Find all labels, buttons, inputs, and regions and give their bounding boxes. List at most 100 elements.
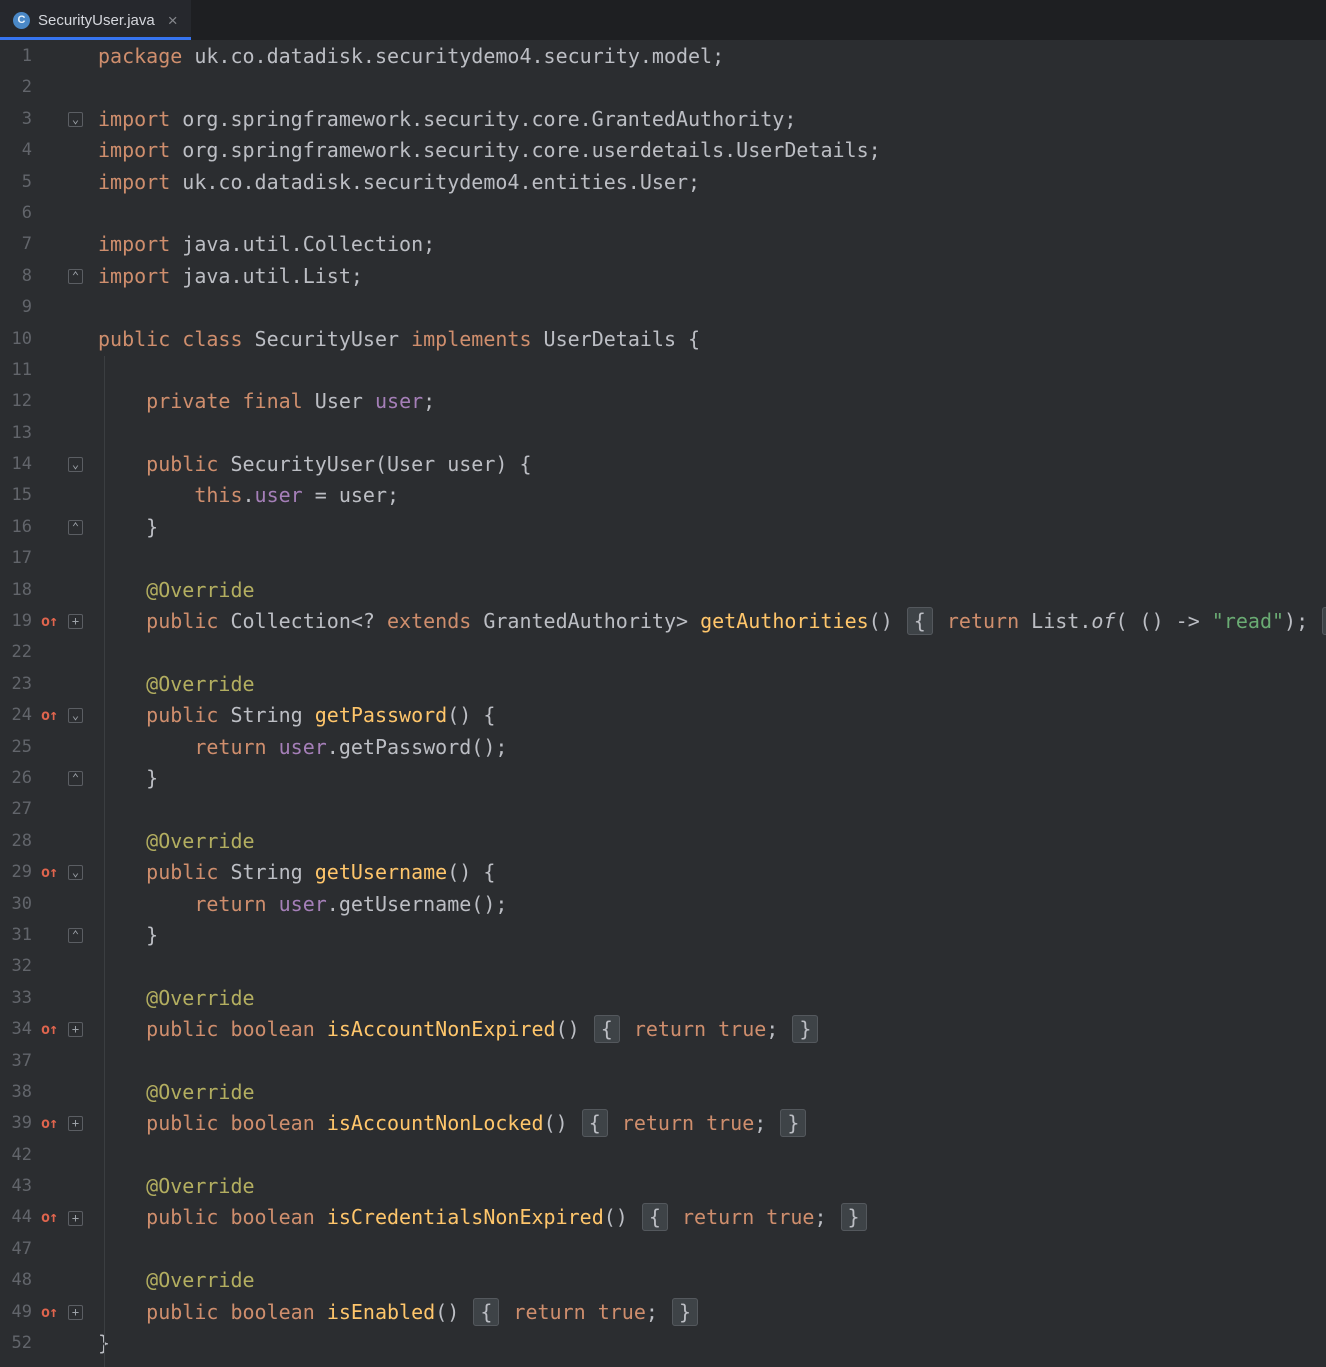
code-line[interactable]: 24o↑⌄ public String getPassword() { bbox=[0, 700, 1326, 731]
fold-icon[interactable]: ⌃ bbox=[68, 771, 83, 786]
code-line[interactable]: 43 @Override bbox=[0, 1171, 1326, 1202]
fold-icon[interactable]: ⌃ bbox=[68, 269, 83, 284]
fold-icon bbox=[68, 803, 83, 818]
code-line[interactable]: 47 bbox=[0, 1234, 1326, 1265]
code-line[interactable]: 23 @Override bbox=[0, 669, 1326, 700]
code-line[interactable]: 28 @Override bbox=[0, 826, 1326, 857]
fold-icon bbox=[68, 1054, 83, 1069]
code-line[interactable]: 27 bbox=[0, 794, 1326, 825]
fold-icon[interactable]: ⌃ bbox=[68, 928, 83, 943]
code-token: boolean bbox=[230, 1205, 314, 1229]
code-text: import org.springframework.security.core… bbox=[96, 104, 796, 135]
code-line[interactable]: 34o↑+ public boolean isAccountNonExpired… bbox=[0, 1014, 1326, 1045]
fold-icon[interactable]: ⌄ bbox=[68, 112, 83, 127]
code-line[interactable]: 15 this.user = user; bbox=[0, 480, 1326, 511]
fold-icon[interactable]: ⌄ bbox=[68, 865, 83, 880]
override-method-icon[interactable]: o↑ bbox=[32, 1108, 66, 1139]
gutter: 47 bbox=[0, 1234, 96, 1265]
fold-icon[interactable]: + bbox=[68, 1211, 83, 1226]
code-line[interactable]: 3⌄import org.springframework.security.co… bbox=[0, 104, 1326, 135]
fold-icon[interactable]: + bbox=[68, 1022, 83, 1037]
code-token: return bbox=[194, 892, 266, 916]
line-number: 37 bbox=[0, 1046, 32, 1077]
gutter: 26⌃ bbox=[0, 763, 96, 794]
code-token bbox=[935, 609, 947, 633]
code-line[interactable]: 31⌃ } bbox=[0, 920, 1326, 951]
fold-icon[interactable]: + bbox=[68, 1116, 83, 1131]
code-line[interactable]: 42 bbox=[0, 1140, 1326, 1171]
code-token bbox=[218, 1205, 230, 1229]
code-line[interactable]: 48 @Override bbox=[0, 1265, 1326, 1296]
gutter: 23 bbox=[0, 669, 96, 700]
gutter: 44o↑+ bbox=[0, 1202, 96, 1233]
code-line[interactable]: 4import org.springframework.security.cor… bbox=[0, 135, 1326, 166]
fold-icon[interactable]: ⌄ bbox=[68, 708, 83, 723]
code-line[interactable]: 19o↑+ public Collection<? extends Grante… bbox=[0, 606, 1326, 637]
line-number: 5 bbox=[0, 167, 32, 198]
code-token: () { bbox=[447, 860, 495, 884]
code-line[interactable]: 30 return user.getUsername(); bbox=[0, 889, 1326, 920]
override-method-icon[interactable]: o↑ bbox=[32, 700, 66, 731]
override-method-icon[interactable]: o↑ bbox=[32, 1014, 66, 1045]
fold-icon bbox=[68, 991, 83, 1006]
code-line[interactable]: 49o↑+ public boolean isEnabled() { retur… bbox=[0, 1297, 1326, 1328]
code-line[interactable]: 52} bbox=[0, 1328, 1326, 1359]
code-line[interactable]: 7import java.util.Collection; bbox=[0, 229, 1326, 260]
code-line[interactable]: 1package uk.co.datadisk.securitydemo4.se… bbox=[0, 41, 1326, 72]
code-token bbox=[218, 1111, 230, 1135]
code-line[interactable]: 14⌄ public SecurityUser(User user) { bbox=[0, 449, 1326, 480]
code-token bbox=[98, 703, 146, 727]
fold-icon bbox=[68, 363, 83, 378]
fold-icon[interactable]: + bbox=[68, 1305, 83, 1320]
gutter: 15 bbox=[0, 480, 96, 511]
code-token: public bbox=[146, 609, 218, 633]
code-line[interactable]: 2 bbox=[0, 72, 1326, 103]
gutter: 4 bbox=[0, 135, 96, 166]
code-line[interactable]: 33 @Override bbox=[0, 983, 1326, 1014]
code-line[interactable]: 22 bbox=[0, 637, 1326, 668]
code-line[interactable]: 5import uk.co.datadisk.securitydemo4.ent… bbox=[0, 167, 1326, 198]
code-line[interactable]: 17 bbox=[0, 543, 1326, 574]
code-text: public String getUsername() { bbox=[96, 857, 495, 888]
fold-icon[interactable]: ⌄ bbox=[68, 457, 83, 472]
fold-icon bbox=[68, 960, 83, 975]
tab-label: SecurityUser.java bbox=[38, 12, 155, 29]
code-text: @Override bbox=[96, 1171, 255, 1202]
override-method-icon[interactable]: o↑ bbox=[32, 606, 66, 637]
line-number: 4 bbox=[0, 135, 32, 166]
code-line[interactable]: 44o↑+ public boolean isCredentialsNonExp… bbox=[0, 1202, 1326, 1233]
code-token: List. bbox=[1019, 609, 1091, 633]
code-token: "read" bbox=[1212, 609, 1284, 633]
code-line[interactable]: 10public class SecurityUser implements U… bbox=[0, 324, 1326, 355]
override-method-icon[interactable]: o↑ bbox=[32, 1297, 66, 1328]
override-method-icon[interactable]: o↑ bbox=[32, 1202, 66, 1233]
override-method-icon[interactable]: o↑ bbox=[32, 857, 66, 888]
fold-icon bbox=[68, 677, 83, 692]
code-line[interactable]: 26⌃ } bbox=[0, 763, 1326, 794]
code-line[interactable]: 16⌃ } bbox=[0, 512, 1326, 543]
code-line[interactable]: 29o↑⌄ public String getUsername() { bbox=[0, 857, 1326, 888]
tab-securityuser-java[interactable]: C SecurityUser.java × bbox=[0, 0, 191, 40]
code-token: class bbox=[182, 327, 242, 351]
code-token: { bbox=[642, 1203, 668, 1231]
code-line[interactable]: 11 bbox=[0, 355, 1326, 386]
fold-icon[interactable]: + bbox=[68, 614, 83, 629]
code-line[interactable]: 32 bbox=[0, 951, 1326, 982]
code-line[interactable]: 38 @Override bbox=[0, 1077, 1326, 1108]
editor[interactable]: 1package uk.co.datadisk.securitydemo4.se… bbox=[0, 40, 1326, 1359]
gutter: 29o↑⌄ bbox=[0, 857, 96, 888]
fold-icon[interactable]: ⌃ bbox=[68, 520, 83, 535]
code-token bbox=[98, 892, 194, 916]
code-line[interactable]: 39o↑+ public boolean isAccountNonLocked(… bbox=[0, 1108, 1326, 1139]
code-line[interactable]: 37 bbox=[0, 1046, 1326, 1077]
code-line[interactable]: 9 bbox=[0, 292, 1326, 323]
code-line[interactable]: 12 private final User user; bbox=[0, 386, 1326, 417]
close-tab-icon[interactable]: × bbox=[168, 12, 178, 29]
code-token: ; bbox=[423, 389, 435, 413]
code-line[interactable]: 18 @Override bbox=[0, 575, 1326, 606]
code-token: } bbox=[780, 1109, 806, 1137]
code-line[interactable]: 6 bbox=[0, 198, 1326, 229]
code-line[interactable]: 13 bbox=[0, 418, 1326, 449]
code-line[interactable]: 25 return user.getPassword(); bbox=[0, 732, 1326, 763]
code-line[interactable]: 8⌃import java.util.List; bbox=[0, 261, 1326, 292]
